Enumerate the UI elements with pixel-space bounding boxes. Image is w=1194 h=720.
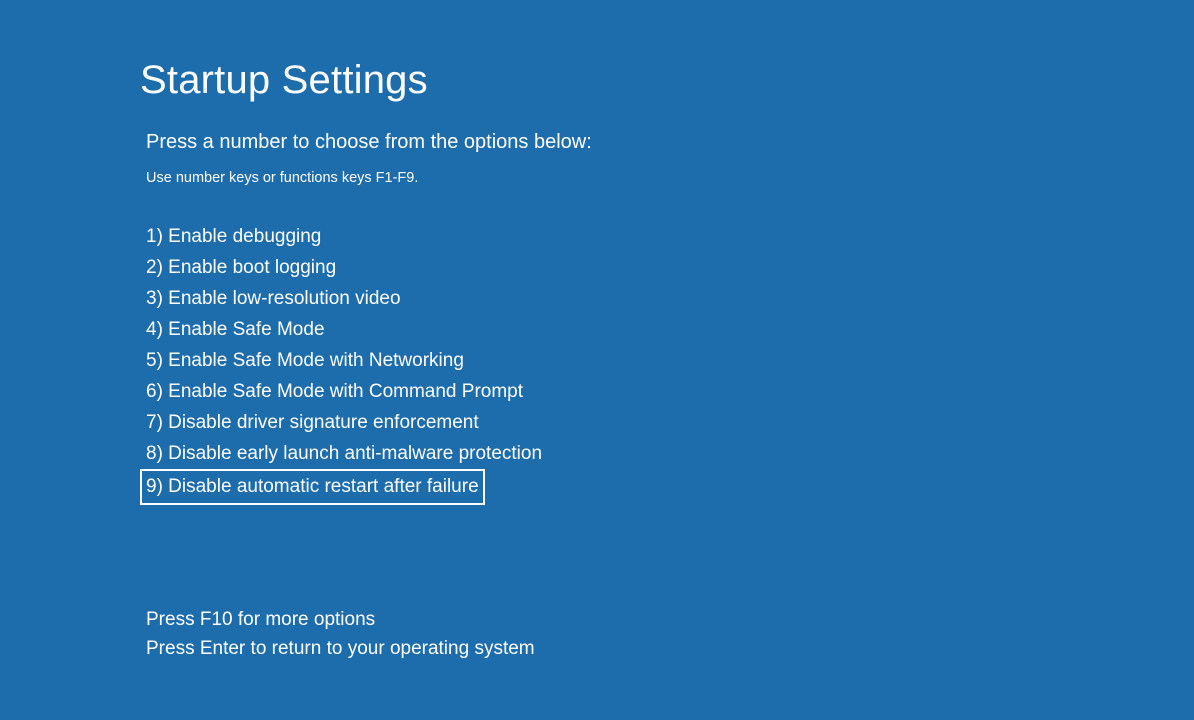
- option-1[interactable]: 1) Enable debugging: [146, 222, 321, 252]
- option-9-highlighted[interactable]: 9) Disable automatic restart after failu…: [140, 469, 485, 505]
- option-3[interactable]: 3) Enable low-resolution video: [146, 284, 401, 314]
- footer-return: Press Enter to return to your operating …: [146, 634, 1194, 663]
- options-list: 1) Enable debugging 2) Enable boot loggi…: [146, 222, 1194, 505]
- option-6[interactable]: 6) Enable Safe Mode with Command Prompt: [146, 377, 523, 407]
- page-title: Startup Settings: [140, 58, 1194, 103]
- footer-more-options: Press F10 for more options: [146, 605, 1194, 634]
- subtitle: Press a number to choose from the option…: [146, 131, 1194, 154]
- option-4[interactable]: 4) Enable Safe Mode: [146, 315, 325, 345]
- option-8[interactable]: 8) Disable early launch anti-malware pro…: [146, 439, 542, 469]
- option-5[interactable]: 5) Enable Safe Mode with Networking: [146, 346, 464, 376]
- option-2[interactable]: 2) Enable boot logging: [146, 253, 336, 283]
- option-7[interactable]: 7) Disable driver signature enforcement: [146, 408, 479, 438]
- hint-text: Use number keys or functions keys F1-F9.: [146, 170, 1194, 186]
- footer: Press F10 for more options Press Enter t…: [146, 605, 1194, 663]
